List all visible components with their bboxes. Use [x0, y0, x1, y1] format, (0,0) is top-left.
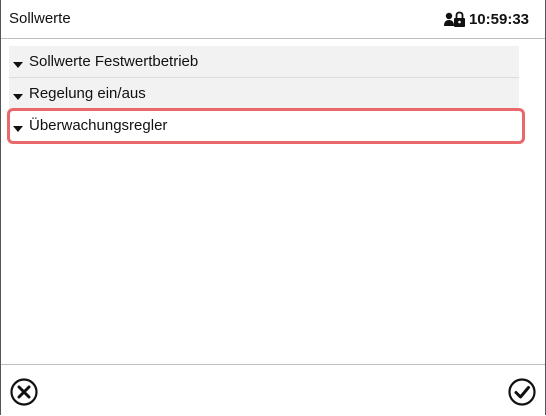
- circle-check-icon: [508, 378, 536, 406]
- menu-item-fixed-value-setpoints[interactable]: Sollwerte Festwertbetrieb: [9, 46, 519, 78]
- cancel-button[interactable]: [9, 377, 39, 407]
- clock-time: 10:59:33: [468, 10, 529, 28]
- user-lock-icon: [443, 10, 466, 28]
- setpoints-menu: Sollwerte Festwertbetrieb Regelung ein/a…: [7, 46, 525, 144]
- triangle-down-icon: [13, 89, 23, 100]
- confirm-button[interactable]: [507, 377, 537, 407]
- header-bar: Sollwerte 10:59:33: [1, 0, 545, 39]
- header-status: 10:59:33: [443, 9, 529, 29]
- triangle-down-icon: [13, 57, 23, 68]
- menu-item-monitoring-controller[interactable]: Überwachungsregler: [7, 108, 525, 144]
- footer-bar: [1, 364, 545, 416]
- menu-item-label: Überwachungsregler: [29, 117, 168, 134]
- menu-item-control-on-off[interactable]: Regelung ein/aus: [9, 78, 519, 110]
- menu-item-label: Sollwerte Festwertbetrieb: [29, 53, 199, 70]
- circle-x-icon: [10, 378, 38, 406]
- menu-item-label: Regelung ein/aus: [29, 85, 146, 102]
- setpoints-screen: Sollwerte 10:59:33 Sollwerte Festwertbet…: [0, 0, 546, 416]
- triangle-down-icon: [13, 121, 23, 132]
- page-title: Sollwerte: [9, 10, 71, 27]
